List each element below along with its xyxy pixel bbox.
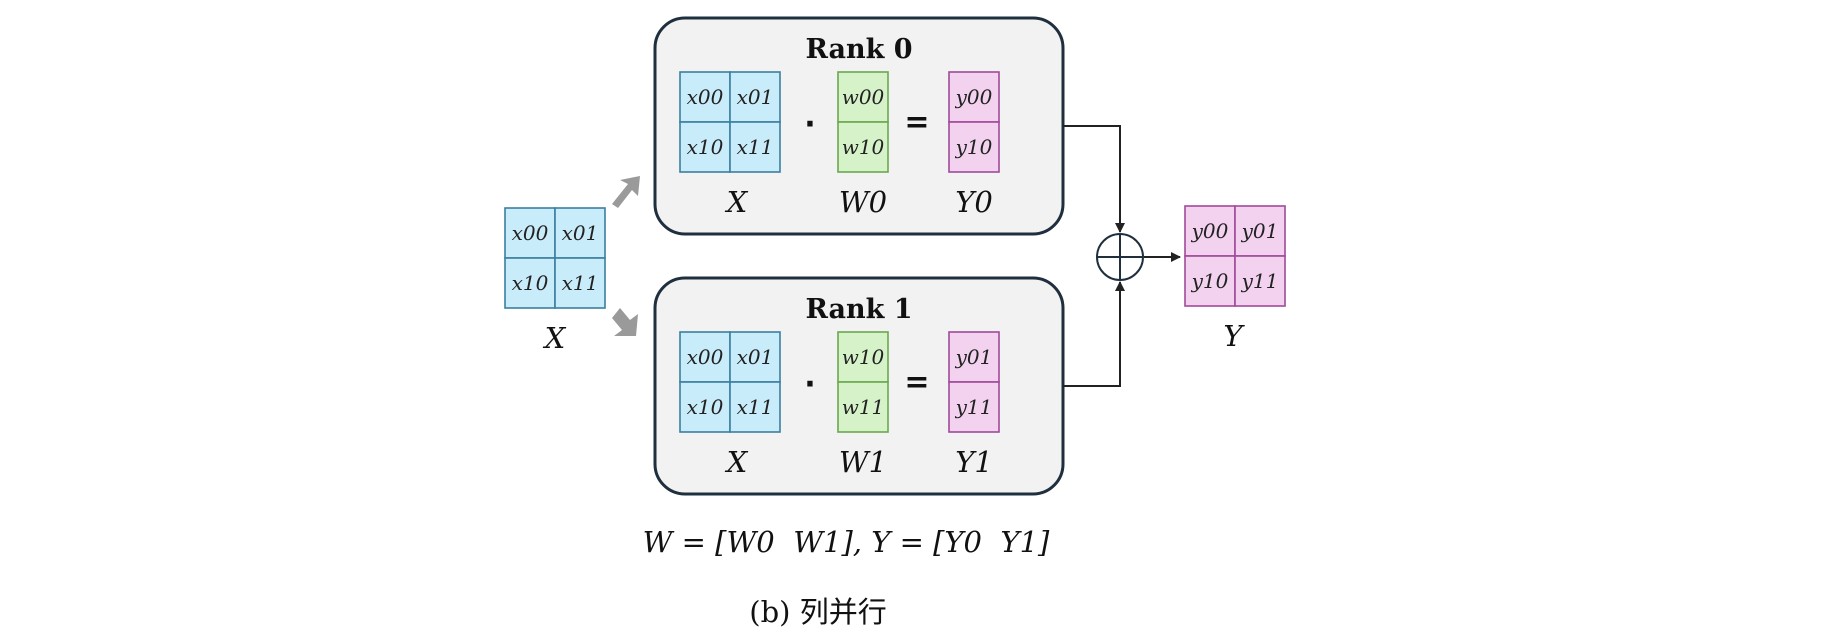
dot-operator: · (804, 367, 815, 402)
rank-0-box: Rank 0 x00 x01 x10 x11 · w00 w10 = y00 y… (653, 16, 1065, 236)
cell-label: x00 (512, 221, 549, 245)
rank-0-w-matrix: w00 w10 (837, 71, 889, 173)
cell-label: x01 (737, 345, 774, 369)
rank-0-x-label: X (725, 185, 749, 219)
rank-0-y-label: Y0 (955, 185, 993, 219)
cell-label: w10 (842, 345, 885, 369)
cell-label: w10 (842, 135, 885, 159)
rank-1-x-label: X (725, 445, 749, 479)
rank-0-w-label: W0 (839, 185, 887, 219)
figure-caption: (b) 列并行 (749, 595, 886, 629)
rank-0-x-matrix: x00 x01 x10 x11 (679, 71, 781, 173)
equals-operator: = (904, 365, 929, 400)
cell-label: x00 (687, 85, 724, 109)
rank-1-x-matrix: x00 x01 x10 x11 (679, 331, 781, 433)
cell-label: x10 (687, 395, 724, 419)
dot-operator: · (804, 107, 815, 142)
input-x-matrix: x00 x01 x10 x11 X (504, 207, 606, 355)
cell-label: y11 (1241, 269, 1279, 293)
cell-label: x00 (687, 345, 724, 369)
cell-label: y10 (955, 135, 993, 159)
cell-label: x10 (687, 135, 724, 159)
rank-0-title: Rank 0 (805, 34, 912, 65)
concat-formula: W = [W0 W1], Y = [Y0 Y1] (643, 525, 1050, 559)
rank-1-y-matrix: y01 y11 (948, 331, 1000, 433)
rank-1-w-label: W1 (839, 445, 887, 479)
cell-label: y10 (1191, 269, 1229, 293)
cell-label: x01 (562, 221, 599, 245)
cell-label: x10 (512, 271, 549, 295)
rank-1-title: Rank 1 (805, 294, 912, 325)
output-y-matrix: y00 y01 y10 y11 Y (1184, 205, 1286, 353)
rank-1-box: Rank 1 x00 x01 x10 x11 · w10 w11 = y01 y… (653, 276, 1065, 496)
cell-label: y01 (1241, 219, 1279, 243)
cell-label: y01 (955, 345, 993, 369)
column-parallel-diagram: Rank 0 x00 x01 x10 x11 · w00 w10 = y00 y… (504, 16, 1286, 629)
rank-1-y-label: Y1 (955, 445, 993, 479)
cell-label: y00 (1191, 219, 1229, 243)
sum-node-icon (1096, 233, 1144, 281)
broadcast-arrow-icon (612, 308, 638, 336)
cell-label: x11 (737, 395, 774, 419)
cell-label: w00 (842, 85, 885, 109)
equals-operator: = (904, 105, 929, 140)
rank-1-w-matrix: w10 w11 (837, 331, 889, 433)
cell-label: x11 (737, 135, 774, 159)
cell-label: x01 (737, 85, 774, 109)
cell-label: y00 (955, 85, 993, 109)
cell-label: x11 (562, 271, 599, 295)
output-y-label: Y (1223, 319, 1245, 353)
broadcast-arrow-icon (612, 176, 640, 208)
input-x-label: X (543, 321, 567, 355)
cell-label: y11 (955, 395, 993, 419)
cell-label: w11 (842, 395, 885, 419)
rank-0-y-matrix: y00 y10 (948, 71, 1000, 173)
